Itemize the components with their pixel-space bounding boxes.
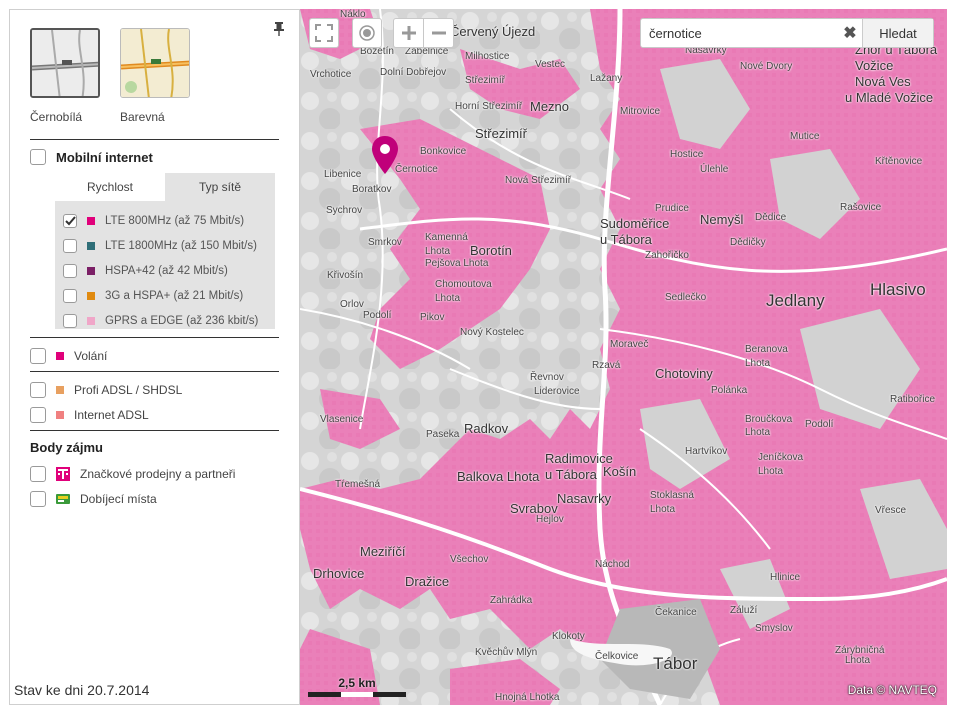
scale-bar-graphic bbox=[308, 692, 407, 697]
internet-adsl-toggle[interactable]: Internet ADSL bbox=[30, 407, 149, 423]
coverage-map[interactable]: Náklo Červený Újezd Božetín Zábělnice Milhos… bbox=[300, 9, 947, 705]
fullscreen-icon bbox=[315, 24, 333, 42]
checkbox[interactable] bbox=[30, 348, 46, 364]
map-attribution: Data © NAVTEQ bbox=[847, 683, 937, 697]
card-icon bbox=[56, 494, 70, 504]
color-swatch bbox=[87, 242, 95, 250]
fullscreen-button[interactable] bbox=[309, 18, 339, 48]
option-label: GPRS a EDGE (až 236 kbit/s) bbox=[105, 315, 259, 327]
locate-icon bbox=[359, 25, 375, 41]
color-swatch bbox=[56, 352, 64, 360]
calls-toggle[interactable]: Volání bbox=[30, 348, 107, 364]
mobile-internet-label: Mobilní internet bbox=[56, 149, 153, 165]
map-style-bw-label: Černobílá bbox=[30, 110, 83, 124]
tab-speed[interactable]: Rychlost bbox=[55, 173, 165, 201]
checkbox[interactable] bbox=[30, 466, 46, 482]
checkbox[interactable] bbox=[63, 314, 77, 328]
checkbox[interactable] bbox=[63, 239, 77, 253]
search-button[interactable]: Hledat bbox=[862, 19, 933, 47]
color-swatch bbox=[56, 386, 64, 394]
poi-topup-label: Dobíjecí místa bbox=[80, 492, 157, 506]
map-style-bw-thumbnail[interactable] bbox=[30, 28, 100, 98]
profi-adsl-toggle[interactable]: Profi ADSL / SHDSL bbox=[30, 382, 182, 398]
checkbox[interactable] bbox=[30, 382, 46, 398]
checkbox[interactable] bbox=[63, 264, 77, 278]
divider bbox=[30, 430, 279, 431]
checkbox[interactable] bbox=[30, 491, 46, 507]
scale-label: 2,5 km bbox=[338, 676, 376, 690]
option-label: LTE 1800MHz (až 150 Mbit/s) bbox=[105, 240, 257, 252]
poi-shops-label: Značkové prodejny a partneři bbox=[80, 467, 236, 481]
mobile-internet-tabs: Rychlost Typ sítě bbox=[55, 173, 275, 201]
checkbox[interactable] bbox=[30, 149, 46, 165]
checkmark-icon bbox=[64, 216, 76, 226]
option-label: HSPA+42 (až 42 Mbit/s) bbox=[105, 265, 228, 277]
color-swatch bbox=[87, 267, 95, 275]
poi-topup-toggle[interactable]: Dobíjecí místa bbox=[30, 491, 157, 507]
speed-options: LTE 800MHz (až 75 Mbit/s) LTE 1800MHz (a… bbox=[55, 201, 275, 329]
tab-network-type[interactable]: Typ sítě bbox=[165, 173, 275, 201]
calls-label: Volání bbox=[74, 349, 108, 363]
status-date: Stav ke dni 20.7.2014 bbox=[14, 682, 150, 698]
option-lte-1800[interactable]: LTE 1800MHz (až 150 Mbit/s) bbox=[63, 239, 257, 253]
minus-icon bbox=[431, 31, 446, 35]
checkbox[interactable] bbox=[63, 289, 77, 303]
divider bbox=[30, 371, 279, 372]
zoom-in-button[interactable] bbox=[393, 18, 424, 48]
location-marker-icon[interactable] bbox=[372, 136, 398, 176]
scale-bar: 2,5 km bbox=[308, 676, 407, 697]
internet-adsl-label: Internet ADSL bbox=[74, 408, 149, 422]
option-hspa42[interactable]: HSPA+42 (až 42 Mbit/s) bbox=[63, 264, 228, 278]
option-label: 3G a HSPA+ (až 21 Mbit/s) bbox=[105, 290, 244, 302]
map-style-color-label: Barevná bbox=[120, 110, 165, 124]
mobile-internet-toggle[interactable]: Mobilní internet bbox=[30, 149, 153, 165]
option-lte-800[interactable]: LTE 800MHz (až 75 Mbit/s) bbox=[63, 214, 244, 228]
color-swatch bbox=[87, 217, 95, 225]
poi-shops-toggle[interactable]: Značkové prodejny a partneři bbox=[30, 466, 235, 482]
layer-sidebar: Černobílá Barevná Mobilní internet Rychl… bbox=[9, 9, 300, 705]
search-input[interactable] bbox=[641, 19, 838, 47]
plus-icon bbox=[401, 26, 416, 40]
map-style-color-thumbnail[interactable] bbox=[120, 28, 190, 98]
divider bbox=[30, 337, 279, 338]
option-label: LTE 800MHz (až 75 Mbit/s) bbox=[105, 215, 245, 227]
t-logo-icon bbox=[56, 467, 70, 481]
locate-button[interactable] bbox=[352, 18, 382, 48]
poi-title: Body zájmu bbox=[30, 440, 103, 455]
search-box: ✖ Hledat bbox=[640, 18, 934, 48]
map-canvas bbox=[300, 9, 947, 705]
color-swatch bbox=[87, 317, 95, 325]
color-swatch bbox=[87, 292, 95, 300]
pin-icon[interactable] bbox=[273, 22, 285, 36]
option-3g-hspa[interactable]: 3G a HSPA+ (až 21 Mbit/s) bbox=[63, 289, 243, 303]
color-map-preview-icon bbox=[121, 29, 189, 97]
option-gprs-edge[interactable]: GPRS a EDGE (až 236 kbit/s) bbox=[63, 314, 258, 328]
bw-map-preview-icon bbox=[32, 30, 98, 96]
zoom-out-button[interactable] bbox=[423, 18, 454, 48]
checkbox[interactable] bbox=[30, 407, 46, 423]
checkbox-checked[interactable] bbox=[63, 214, 77, 228]
color-swatch bbox=[56, 411, 64, 419]
divider bbox=[30, 139, 279, 140]
clear-search-icon[interactable]: ✖ bbox=[838, 19, 862, 47]
profi-adsl-label: Profi ADSL / SHDSL bbox=[74, 383, 183, 397]
